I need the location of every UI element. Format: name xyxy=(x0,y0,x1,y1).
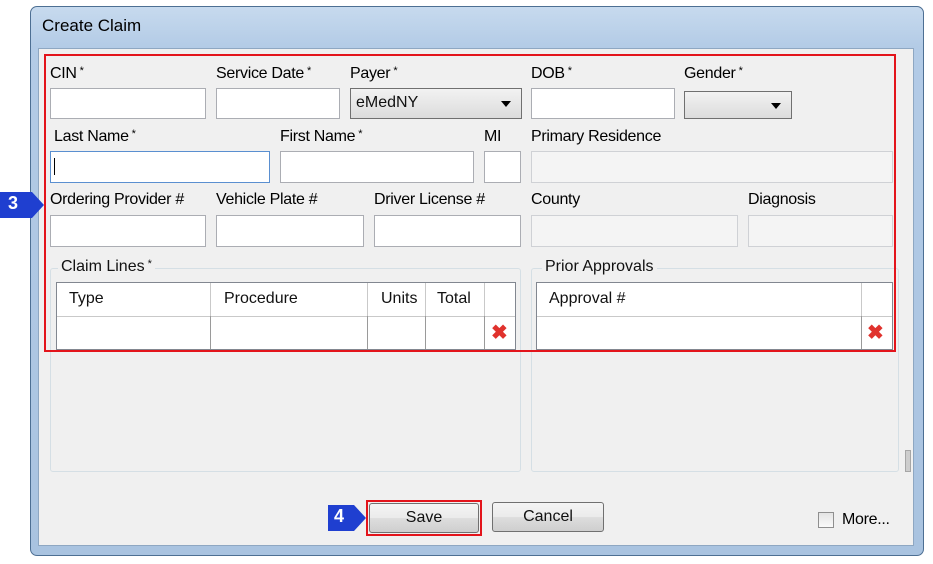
cancel-button[interactable]: Cancel xyxy=(492,502,604,532)
scrollbar-thumb[interactable] xyxy=(905,450,911,472)
more-checkbox[interactable] xyxy=(818,512,834,528)
highlight-box-step-3 xyxy=(44,54,896,352)
more-label[interactable]: More... xyxy=(842,511,890,529)
window-title: Create Claim xyxy=(42,16,142,35)
highlight-box-step-4 xyxy=(366,500,482,536)
callout-label-3: 3 xyxy=(8,193,19,213)
callout-label-4: 4 xyxy=(334,506,345,526)
